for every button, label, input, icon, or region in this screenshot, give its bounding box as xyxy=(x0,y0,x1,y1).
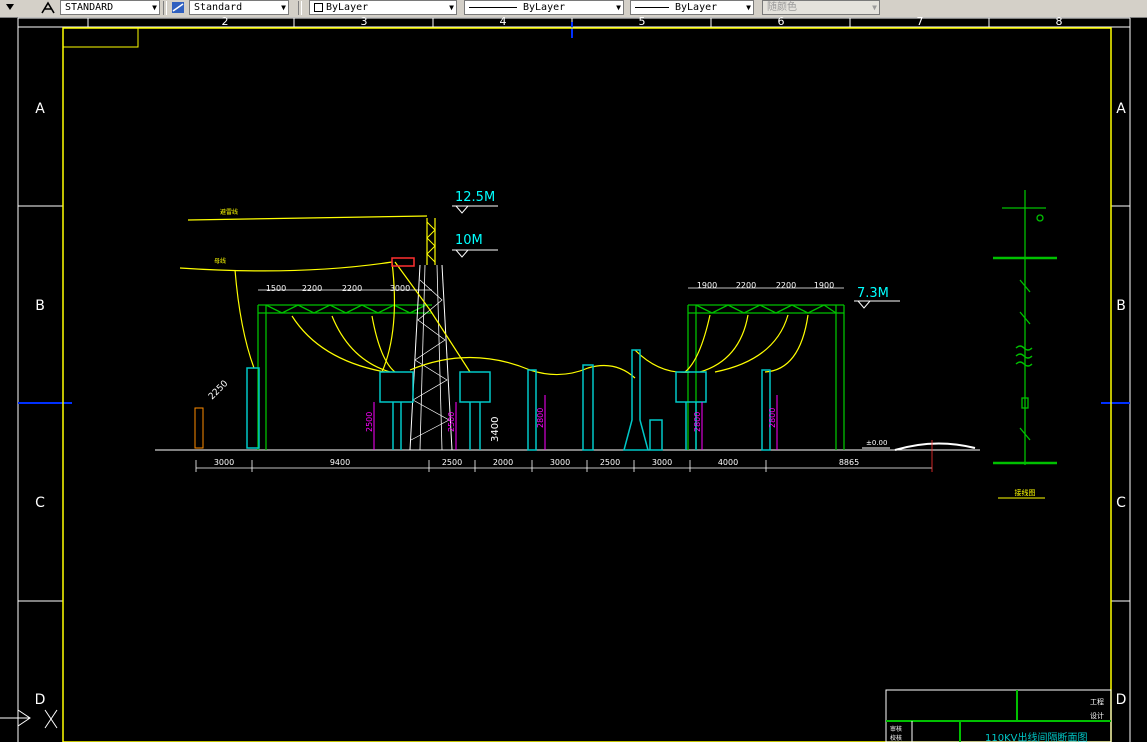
dim-style-select[interactable]: Standard ▼ xyxy=(189,0,289,15)
top-ruler xyxy=(17,17,1131,742)
row-label-a-right: A xyxy=(1116,101,1126,117)
bottom-dimension-label: 3000 xyxy=(550,458,570,467)
bottom-dimension-label: 2500 xyxy=(600,458,620,467)
text-style-icon[interactable] xyxy=(40,0,56,15)
linetype-select[interactable]: ByLayer ▼ xyxy=(464,0,624,15)
vertical-dimension-label: 2500 xyxy=(365,412,374,432)
linetype-value: ByLayer xyxy=(523,2,566,13)
chevron-down-icon: ▼ xyxy=(449,3,454,12)
title-block-cell: 设计 xyxy=(1090,711,1104,720)
fence-post xyxy=(194,407,204,449)
vertical-dimension-label: 2800 xyxy=(768,408,777,428)
column-label: 5 xyxy=(639,17,646,28)
elevation-marks xyxy=(452,205,900,449)
drawing-title: 110KV出线间隔断面图 xyxy=(985,731,1088,742)
column-label: 6 xyxy=(778,17,785,28)
overhead-wires xyxy=(179,215,809,379)
bottom-dimension-label: 3000 xyxy=(652,458,672,467)
bottom-dimension-label: 4000 xyxy=(718,458,738,467)
row-label-c-right: C xyxy=(1116,495,1126,511)
column-label: 8 xyxy=(1056,17,1063,28)
column-label: 4 xyxy=(500,17,507,28)
vertical-dimensions xyxy=(373,395,778,450)
bottom-dimension-label: 3000 xyxy=(214,458,234,467)
drawing-canvas[interactable]: 2 3 4 5 6 7 8 A B C D A B C D 2500 2500 … xyxy=(0,17,1147,742)
title-block-row-label: 审核 xyxy=(890,725,902,733)
lineweight-select[interactable]: ByLayer ▼ xyxy=(630,0,754,15)
corner-box xyxy=(62,27,139,48)
top-dimension-label: 2200 xyxy=(302,284,322,293)
title-block-cell: 工程 xyxy=(1090,697,1104,706)
vertical-dimension-label: 2800 xyxy=(536,408,545,428)
toolbar-arrow-icon[interactable] xyxy=(2,0,18,15)
legend-title: 接线图 xyxy=(1015,488,1036,497)
row-label-b: B xyxy=(35,298,45,314)
chevron-down-icon: ▼ xyxy=(746,3,751,12)
bottom-dimension-label: 8865 xyxy=(839,458,859,467)
column-label: 2 xyxy=(222,17,229,28)
lineweight-preview-icon xyxy=(635,6,669,8)
wire-label: 避雷线 xyxy=(220,208,238,216)
color-select[interactable]: ByLayer ▼ xyxy=(309,0,457,15)
ucs-icon xyxy=(0,709,58,729)
plot-style-value: 随颜色 xyxy=(767,2,797,13)
bottom-dimension-label: 2000 xyxy=(493,458,513,467)
linetype-preview-icon xyxy=(469,6,517,8)
vertical-dimension-label: 2800 xyxy=(693,412,702,432)
top-dimension-label: 1900 xyxy=(697,281,717,290)
left-gantry xyxy=(257,304,432,450)
bottom-dimension-label: 9400 xyxy=(330,458,350,467)
elevation-label: 12.5M xyxy=(455,190,495,205)
slant-dimension-label: 2250 xyxy=(207,379,230,402)
color-swatch-icon xyxy=(314,2,323,12)
right-gantry xyxy=(687,304,845,450)
color-value: ByLayer xyxy=(326,2,369,13)
row-label-d: D xyxy=(35,692,46,708)
text-style-value: STANDARD xyxy=(65,2,114,13)
top-dimension-label: 1500 xyxy=(266,284,286,293)
wire-label: 母线 xyxy=(214,257,226,265)
bottom-dimension-label: 2500 xyxy=(442,458,462,467)
chevron-down-icon: ▼ xyxy=(281,3,286,12)
elevation-label: 10M xyxy=(455,233,483,248)
chevron-down-icon: ▼ xyxy=(872,3,877,12)
row-label-d-right: D xyxy=(1116,692,1127,708)
bottom-dimension-chain xyxy=(195,440,933,472)
toolbar-separator xyxy=(163,1,167,15)
lineweight-value: ByLayer xyxy=(675,2,718,13)
elevation-label: 7.3M xyxy=(857,286,889,301)
toolbar-separator xyxy=(298,1,302,15)
top-dimension-label: 2200 xyxy=(776,281,796,290)
row-label-c: C xyxy=(35,495,45,511)
chevron-down-icon: ▼ xyxy=(616,3,621,12)
column-label: 7 xyxy=(917,17,924,28)
properties-toolbar: STANDARD ▼ Standard ▼ ByLayer ▼ ByLayer … xyxy=(0,0,1147,18)
vertical-dimension-label: 2500 xyxy=(447,412,456,432)
row-label-b-right: B xyxy=(1116,298,1126,314)
dim-style-value: Standard xyxy=(194,2,243,13)
title-block-row-label: 校核 xyxy=(890,734,902,742)
chevron-down-icon: ▼ xyxy=(152,3,157,12)
text-style-select[interactable]: STANDARD ▼ xyxy=(60,0,160,15)
top-dimension-label: 2200 xyxy=(342,284,362,293)
top-dimension-label: 1900 xyxy=(814,281,834,290)
dim-style-icon[interactable] xyxy=(170,0,186,15)
single-line-diagram xyxy=(993,190,1057,465)
top-dimension-label: 2200 xyxy=(736,281,756,290)
ground-slope xyxy=(894,442,976,451)
top-dimension-label: 3000 xyxy=(390,284,410,293)
row-label-a: A xyxy=(35,101,45,117)
plot-style-select: 随颜色 ▼ xyxy=(762,0,880,15)
ground-elevation-label: ±0.00 xyxy=(866,439,887,447)
clearance-label: 3400 xyxy=(490,417,501,442)
column-label: 3 xyxy=(361,17,368,28)
